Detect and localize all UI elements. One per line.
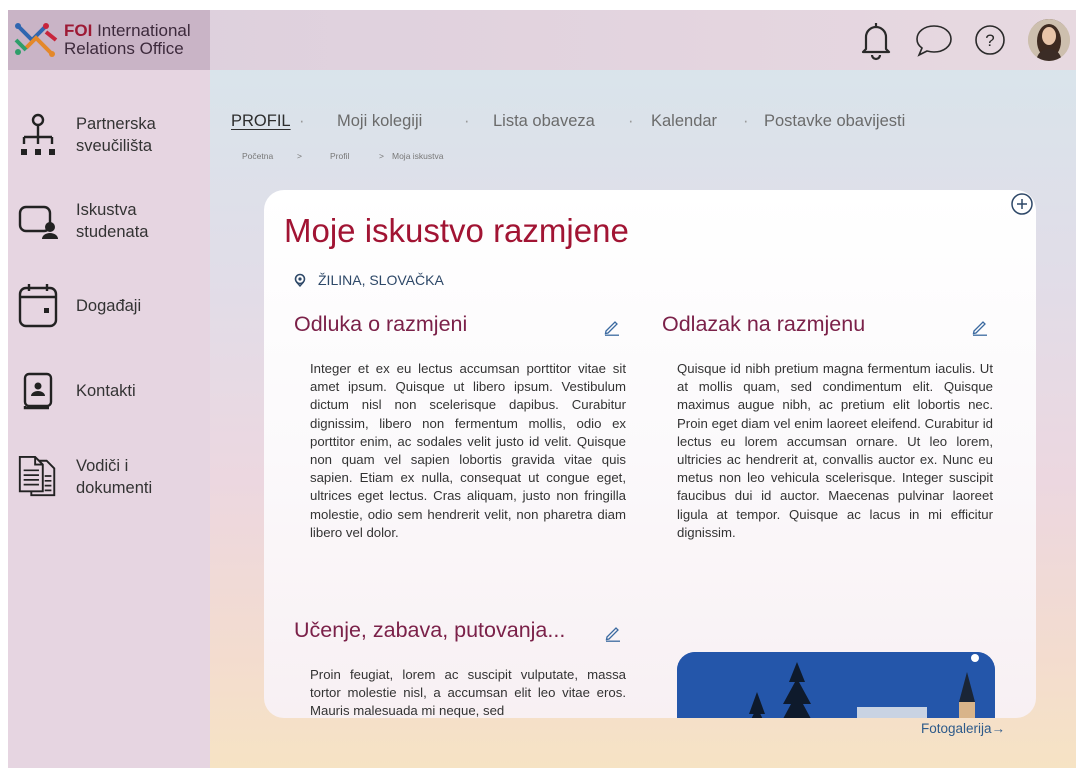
location-text: ŽILINA, SLOVAČKA — [318, 272, 444, 288]
arrow-right-icon: → — [991, 721, 1006, 736]
location: ŽILINA, SLOVAČKA — [294, 272, 444, 288]
edit-pencil-icon[interactable] — [604, 624, 622, 642]
edit-pencil-icon[interactable] — [603, 318, 621, 336]
sidebar-label-4: Kontakti — [76, 382, 136, 400]
section-text: Proin feugiat, lorem ac suscipit vulputa… — [310, 667, 626, 718]
top-icons: ? — [856, 14, 1076, 66]
sidebar-item-iskustva[interactable]: Iskustva studenata — [8, 192, 210, 250]
sidebar-item-partnerska[interactable]: Partnerska sveučilišta — [8, 106, 210, 164]
tab-profil[interactable]: PROFIL — [231, 112, 291, 131]
tab-moji-kolegiji[interactable]: Moji kolegiji — [337, 112, 422, 131]
nav-separator: · — [464, 112, 470, 130]
tab-postavke-obavijesti[interactable]: Postavke obavijesti — [764, 112, 905, 131]
hierarchy-icon — [16, 113, 60, 157]
brand-line2: Relations Office — [64, 39, 184, 58]
breadcrumb-item: Moja iskustva — [392, 151, 444, 161]
experience-card: Moje iskustvo razmjene ŽILINA, SLOVAČKA … — [264, 190, 1036, 718]
sidebar-label-1a: Partnerska — [76, 115, 156, 133]
edit-pencil-icon[interactable] — [971, 318, 989, 336]
nav-separator: · — [628, 112, 634, 130]
breadcrumb-item[interactable]: Profil — [330, 151, 349, 161]
top-bar: FOI International Relations Office ? — [8, 10, 1076, 70]
documents-icon — [16, 455, 60, 499]
tab-kalendar[interactable]: Kalendar — [651, 112, 717, 131]
nav-separator: · — [299, 112, 305, 130]
add-experience-button[interactable] — [1010, 192, 1034, 216]
breadcrumb-separator: > — [297, 151, 302, 161]
section-title: Učenje, zabava, putovanja... — [294, 618, 566, 642]
brand-foi: FOI — [64, 21, 93, 40]
sidebar-label-5b: dokumenti — [76, 479, 153, 497]
section-text: Quisque id nibh pretium magna fermentum … — [677, 361, 993, 540]
sidebar-label-5a: Vodiči i — [76, 457, 129, 475]
brand-line1: International — [97, 21, 191, 40]
chat-bubble-icon[interactable] — [912, 18, 956, 62]
sidebar-item-vodici[interactable]: Vodiči i dokumenti — [8, 444, 210, 510]
contact-book-icon — [16, 369, 60, 413]
calendar-icon — [16, 284, 60, 328]
brand-logo-area[interactable]: FOI International Relations Office — [8, 10, 210, 70]
nav-separator: · — [743, 112, 749, 130]
user-card-icon — [16, 199, 60, 243]
sidebar-item-kontakti[interactable]: Kontakti — [8, 362, 210, 420]
section-title: Odlazak na razmjenu — [662, 312, 866, 336]
page-title: Moje iskustvo razmjene — [284, 212, 629, 249]
section-title: Odluka o razmjeni — [294, 312, 468, 336]
svg-text:?: ? — [985, 31, 994, 50]
tab-lista-obaveza[interactable]: Lista obaveza — [493, 112, 595, 131]
gallery-label: Fotogalerija — [921, 721, 992, 736]
sidebar-label-1b: sveučilišta — [76, 137, 153, 155]
help-icon[interactable]: ? — [970, 18, 1010, 62]
sidebar-label-3: Događaji — [76, 297, 142, 315]
breadcrumb-separator: > — [379, 151, 384, 161]
location-pin-icon — [294, 273, 306, 287]
foi-logo-icon — [14, 23, 58, 57]
gallery-link[interactable]: Fotogalerija→ — [921, 721, 1005, 736]
breadcrumb-item[interactable]: Početna — [242, 151, 273, 161]
sidebar: Partnerska sveučilišta Iskustva studenata … — [8, 70, 210, 768]
photo-preview[interactable] — [677, 652, 995, 718]
bell-icon[interactable] — [856, 18, 896, 62]
app-frame: FOI International Relations Office ? Par… — [8, 10, 1076, 768]
section-text: Integer et ex eu lectus accumsan porttit… — [310, 361, 626, 540]
sidebar-item-dogadaji[interactable]: Događaji — [8, 276, 210, 336]
sidebar-label-2a: Iskustva — [76, 201, 137, 219]
user-avatar[interactable] — [1028, 19, 1070, 61]
sidebar-label-2b: studenata — [76, 223, 149, 241]
